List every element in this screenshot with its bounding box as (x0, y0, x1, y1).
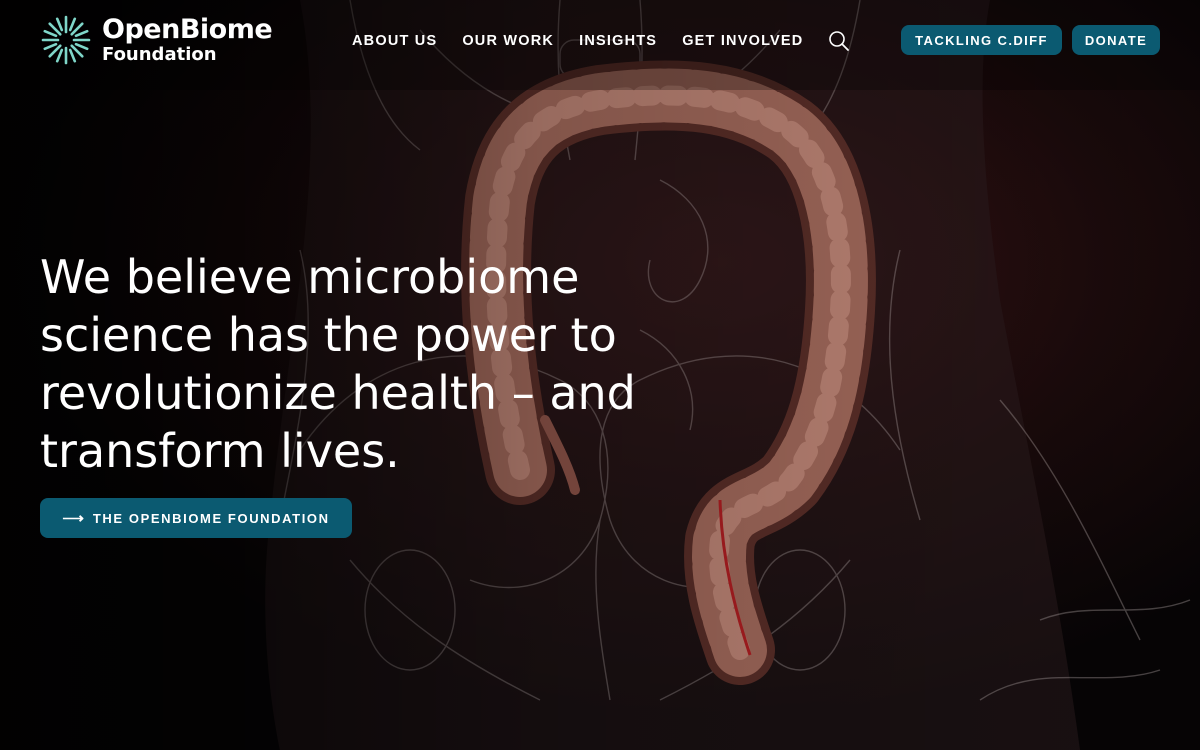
sunburst-logo-icon (41, 15, 91, 65)
logo-subname: Foundation (102, 44, 217, 65)
cta-label: THE OPENBIOME FOUNDATION (92, 510, 330, 526)
arrow-right-icon: ⟶ (62, 510, 84, 527)
openbiome-foundation-button[interactable]: ⟶ THE OPENBIOME FOUNDATION (40, 498, 352, 538)
main-nav: ABOUT US OUR WORK INSIGHTS GET INVOLVED (352, 30, 850, 52)
nav-get-involved[interactable]: GET INVOLVED (682, 33, 803, 49)
tackling-cdiff-button[interactable]: TACKLING C.DIFF (901, 25, 1062, 55)
search-icon[interactable] (828, 30, 850, 52)
logo-name: OpenBiome (102, 14, 273, 45)
nav-about-us[interactable]: ABOUT US (352, 33, 437, 49)
hero-headline: We believe microbiome science has the po… (40, 250, 636, 478)
logo[interactable]: OpenBiome Foundation (40, 14, 273, 66)
nav-our-work[interactable]: OUR WORK (462, 33, 554, 49)
nav-insights[interactable]: INSIGHTS (579, 33, 657, 49)
donate-button[interactable]: DONATE (1072, 25, 1160, 55)
site-header: OpenBiome Foundation ABOUT US OUR WORK I… (0, 0, 1200, 80)
